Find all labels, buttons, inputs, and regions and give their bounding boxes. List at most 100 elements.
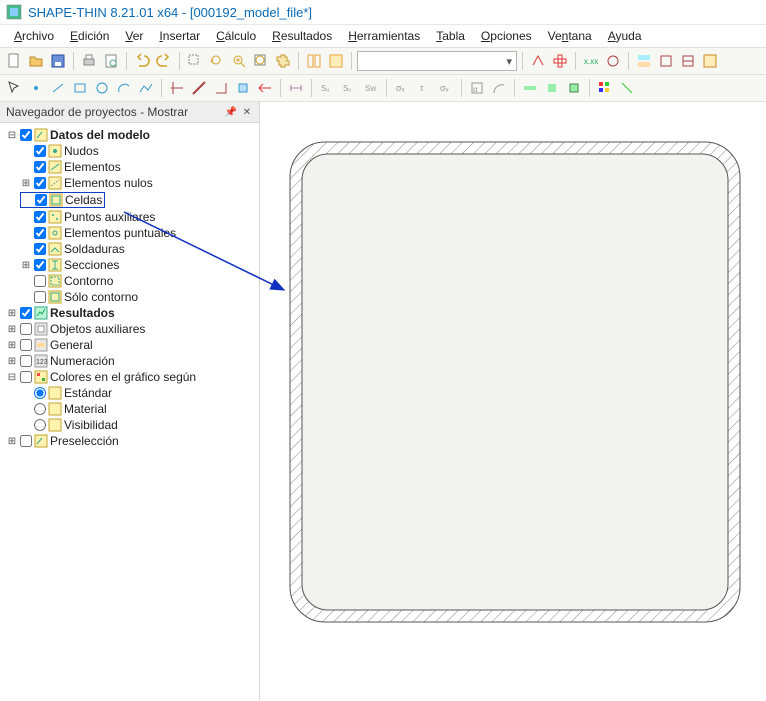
- tree-node-elementos-nulos[interactable]: ⊞Elementos nulos: [2, 175, 257, 191]
- menu-opciones[interactable]: Opciones: [475, 27, 538, 45]
- redo-icon[interactable]: [154, 51, 174, 71]
- plastic-icon-3[interactable]: [564, 78, 584, 98]
- window-tile-icon[interactable]: [304, 51, 324, 71]
- print-icon[interactable]: [79, 51, 99, 71]
- polyline-icon[interactable]: [136, 78, 156, 98]
- tree-node-datos-del-modelo[interactable]: ⊟ Datos del modelo: [2, 127, 257, 143]
- menu-ver[interactable]: Ver: [119, 27, 149, 45]
- checkbox-solo-contorno[interactable]: [34, 291, 46, 303]
- sigma-v-icon[interactable]: σᵥ: [436, 78, 456, 98]
- checkbox-colores[interactable]: [20, 371, 32, 383]
- tree-node-preseleccion[interactable]: ⊞Preselección: [2, 433, 257, 449]
- tree-node-nudos[interactable]: ·Nudos: [2, 143, 257, 159]
- tree-node-numeracion[interactable]: ⊞123Numeración: [2, 353, 257, 369]
- tool-icon-3[interactable]: [211, 78, 231, 98]
- arc-icon[interactable]: [114, 78, 134, 98]
- radio-estandar[interactable]: [34, 387, 46, 399]
- save-file-icon[interactable]: [48, 51, 68, 71]
- graphics-viewport[interactable]: [260, 102, 766, 700]
- stress-sw-icon[interactable]: Sw: [361, 78, 381, 98]
- tree-node-contorno[interactable]: ·Contorno: [2, 273, 257, 289]
- tree-node-elementos-puntuales[interactable]: ·Elementos puntuales: [2, 225, 257, 241]
- toolbar-icon-e[interactable]: [634, 51, 654, 71]
- tool-icon-2[interactable]: [189, 78, 209, 98]
- new-file-icon[interactable]: [4, 51, 24, 71]
- menu-ventana[interactable]: Ventana: [542, 27, 598, 45]
- toolbar-icon-g[interactable]: [678, 51, 698, 71]
- tree-node-secciones[interactable]: ⊞Secciones: [2, 257, 257, 273]
- tree-node-material[interactable]: ·Material: [2, 401, 257, 417]
- pan-icon[interactable]: [273, 51, 293, 71]
- toolbar-icon-d[interactable]: [603, 51, 623, 71]
- tree-node-general[interactable]: ⊞General: [2, 337, 257, 353]
- result-icon-2[interactable]: [489, 78, 509, 98]
- checkbox-resultados[interactable]: [20, 307, 32, 319]
- toolbar-icon-a[interactable]: [528, 51, 548, 71]
- checkbox-datos-del-modelo[interactable]: [20, 129, 32, 141]
- plastic-icon-2[interactable]: [542, 78, 562, 98]
- sigma-x-icon[interactable]: σₓ: [392, 78, 412, 98]
- menu-herramientas[interactable]: Herramientas: [342, 27, 426, 45]
- checkbox-puntos-aux[interactable]: [34, 211, 46, 223]
- menu-insertar[interactable]: Insertar: [153, 27, 206, 45]
- tool-icon-5[interactable]: [255, 78, 275, 98]
- selection-combo[interactable]: ▾: [357, 51, 517, 71]
- tree-node-solo-contorno[interactable]: ·Sólo contorno: [2, 289, 257, 305]
- tree-node-colores-grafico[interactable]: ⊟Colores en el gráfico según: [2, 369, 257, 385]
- menu-ayuda[interactable]: Ayuda: [602, 27, 648, 45]
- toolbar-icon-h[interactable]: [700, 51, 720, 71]
- tau-icon[interactable]: τ: [414, 78, 434, 98]
- tool-icon-1[interactable]: [167, 78, 187, 98]
- tree-node-objetos-auxiliares[interactable]: ⊞Objetos auxiliares: [2, 321, 257, 337]
- tool-last-icon[interactable]: [617, 78, 637, 98]
- checkbox-contorno[interactable]: [34, 275, 46, 287]
- checkbox-celdas[interactable]: [35, 194, 47, 206]
- tree-node-estandar[interactable]: ·Estándar: [2, 385, 257, 401]
- colors-icon[interactable]: [595, 78, 615, 98]
- rect-icon[interactable]: [70, 78, 90, 98]
- menu-calculo[interactable]: Cálculo: [210, 27, 262, 45]
- radio-visibilidad[interactable]: [34, 419, 46, 431]
- zoom-extents-icon[interactable]: [251, 51, 271, 71]
- tree-node-elementos[interactable]: ·Elementos: [2, 159, 257, 175]
- zoom-back-icon[interactable]: [207, 51, 227, 71]
- toolbar-icon-c[interactable]: x.xx: [581, 51, 601, 71]
- checkbox-objetos-aux[interactable]: [20, 323, 32, 335]
- menu-resultados[interactable]: Resultados: [266, 27, 338, 45]
- menu-archivo[interactable]: Archivo: [8, 27, 60, 45]
- tree-node-soldaduras[interactable]: ·Soldaduras: [2, 241, 257, 257]
- checkbox-soldaduras[interactable]: [34, 243, 46, 255]
- checkbox-secciones[interactable]: [34, 259, 46, 271]
- checkbox-general[interactable]: [20, 339, 32, 351]
- radio-material[interactable]: [34, 403, 46, 415]
- stress-su-icon[interactable]: Sᵤ: [317, 78, 337, 98]
- tree-node-resultados[interactable]: ⊞Resultados: [2, 305, 257, 321]
- circle-icon[interactable]: [92, 78, 112, 98]
- tree-node-visibilidad[interactable]: ·Visibilidad: [2, 417, 257, 433]
- checkbox-preseleccion[interactable]: [20, 435, 32, 447]
- window-max-icon[interactable]: [326, 51, 346, 71]
- toolbar-icon-f[interactable]: [656, 51, 676, 71]
- result-icon-1[interactable]: α: [467, 78, 487, 98]
- checkbox-numeracion[interactable]: [20, 355, 32, 367]
- dimension-icon[interactable]: [286, 78, 306, 98]
- panel-close-icon[interactable]: ✕: [241, 106, 253, 118]
- checkbox-elementos-nulos[interactable]: [34, 177, 46, 189]
- line-icon[interactable]: [48, 78, 68, 98]
- tree-node-celdas[interactable]: ·Celdas: [2, 191, 257, 209]
- menu-edicion[interactable]: Edición: [64, 27, 115, 45]
- stress-sv-icon[interactable]: Sᵥ: [339, 78, 359, 98]
- tree-node-puntos-auxiliares[interactable]: ·Puntos auxiliares: [2, 209, 257, 225]
- plastic-icon-1[interactable]: [520, 78, 540, 98]
- zoom-in-icon[interactable]: [229, 51, 249, 71]
- checkbox-elementos[interactable]: [34, 161, 46, 173]
- panel-pin-icon[interactable]: 📌: [225, 106, 237, 118]
- print-preview-icon[interactable]: [101, 51, 121, 71]
- tool-icon-4[interactable]: [233, 78, 253, 98]
- node-icon[interactable]: [26, 78, 46, 98]
- zoom-window-icon[interactable]: [185, 51, 205, 71]
- select-icon[interactable]: [4, 78, 24, 98]
- undo-icon[interactable]: [132, 51, 152, 71]
- menu-tabla[interactable]: Tabla: [430, 27, 471, 45]
- open-file-icon[interactable]: [26, 51, 46, 71]
